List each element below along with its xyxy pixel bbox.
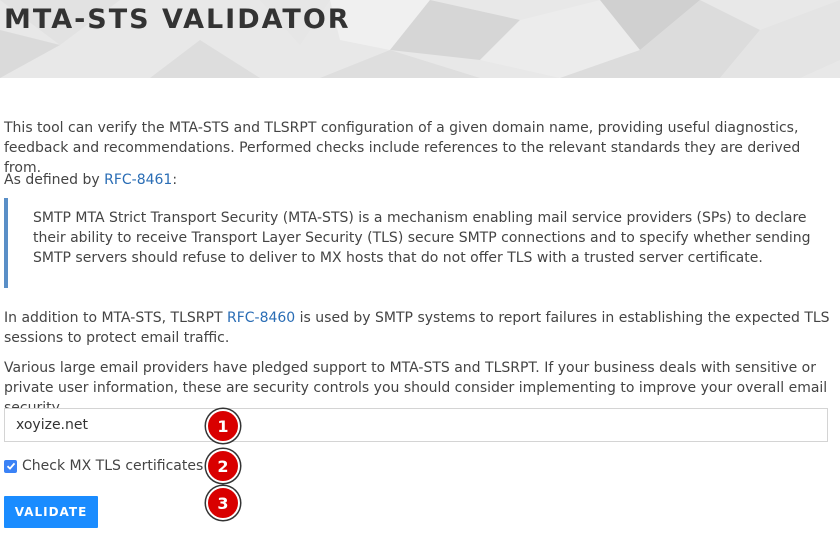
rfc-8460-link[interactable]: RFC-8460 (227, 310, 295, 326)
annotation-marker-1: 1 (206, 409, 240, 443)
tlsrpt-paragraph: In addition to MTA-STS, TLSRPT RFC-8460 … (4, 308, 830, 348)
page-title: MTA-STS VALIDATOR (4, 4, 351, 35)
page-header: MTA-STS VALIDATOR (0, 0, 840, 78)
annotation-marker-2: 2 (206, 449, 240, 483)
defined-by-suffix: : (172, 172, 178, 188)
validate-button[interactable]: VALIDATE (4, 496, 98, 528)
check-mx-row[interactable]: Check MX TLS certificates (4, 456, 203, 476)
intro-paragraph: This tool can verify the MTA-STS and TLS… (4, 120, 801, 176)
domain-input[interactable] (4, 408, 828, 442)
annotation-marker-3: 3 (206, 486, 240, 520)
rfc-8461-link[interactable]: RFC-8461 (104, 172, 172, 188)
defined-by-prefix: As defined by (4, 172, 105, 188)
check-mx-label: Check MX TLS certificates (22, 458, 204, 474)
rfc-quote-text: SMTP MTA Strict Transport Security (MTA-… (33, 210, 811, 266)
rfc-quote: SMTP MTA Strict Transport Security (MTA-… (4, 198, 824, 288)
check-mx-checkbox[interactable] (4, 459, 17, 473)
defined-by-line: As defined by RFC-8461: (4, 170, 177, 190)
checkmark-icon (6, 462, 15, 470)
tlsrpt-prefix: In addition to MTA-STS, TLSRPT (4, 310, 227, 326)
